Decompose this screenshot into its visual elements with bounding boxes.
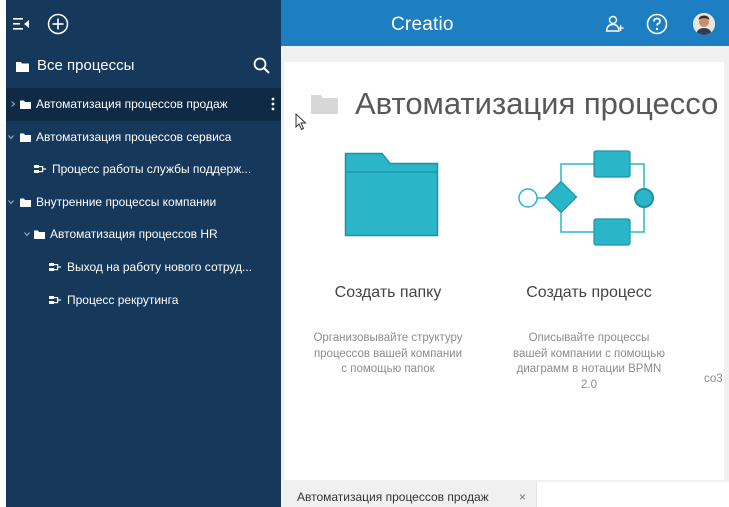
mouse-pointer-icon (295, 113, 307, 131)
create-folder-tile[interactable]: Создать папку Организовывайте структуру … (284, 62, 494, 490)
tree-item-hr-automation[interactable]: Автоматизация процессов HR (6, 218, 281, 251)
main-content: Автоматизация процессо Создать папку Орг… (281, 46, 729, 507)
tree-item-label: Автоматизация процессов HR (50, 227, 218, 242)
sidebar-header: Все процессы (6, 46, 281, 88)
create-folder-title[interactable]: Создать папку (298, 284, 478, 302)
create-process-title[interactable]: Создать процесс (499, 284, 679, 302)
description-line: вашей компании с помощью (512, 347, 666, 360)
process-icon (34, 165, 46, 174)
description-line: Описывайте процессы (528, 332, 650, 344)
tree-item-label: Автоматизация процессов сервиса (36, 129, 232, 144)
tree-item-service-automation[interactable]: Автоматизация процессов сервиса (6, 121, 281, 154)
add-icon[interactable] (47, 13, 69, 35)
tree-item-label: Внутренние процессы компании (36, 194, 217, 209)
folder-large-icon[interactable] (344, 152, 439, 237)
chevron-right-icon[interactable] (10, 101, 16, 107)
tree-item-support-process[interactable]: Процесс работы службы поддерж... (6, 153, 281, 186)
help-icon[interactable] (646, 13, 668, 35)
sidebar: Все процессы Автоматизация процессов про… (6, 0, 281, 507)
process-icon (49, 295, 61, 304)
tree-item-onboarding-process[interactable]: Выход на работу нового сотруд... (6, 251, 281, 284)
description-line: процессов вашей компании (313, 347, 463, 360)
create-folder-description: Организовывайте структуру процессов ваше… (298, 331, 478, 378)
sidebar-title[interactable]: Все процессы (37, 57, 134, 74)
folder-icon (20, 198, 31, 207)
tab-label: Автоматизация процессов продаж (297, 490, 489, 504)
tree-item-label: Процесс работы службы поддерж... (52, 162, 252, 177)
third-tile-description-partial: со3 (704, 373, 723, 385)
sidebar-toolbar (6, 0, 281, 46)
chevron-down-icon[interactable] (8, 199, 14, 205)
user-photo-icon (693, 13, 715, 35)
chevron-down-icon[interactable] (8, 134, 14, 140)
top-bar: Creatio (281, 0, 729, 46)
folder-icon (20, 100, 31, 109)
process-icon (49, 262, 61, 271)
tree-item-label: Автоматизация процессов продаж (36, 97, 228, 111)
folder-icon (20, 133, 31, 142)
create-process-tile[interactable]: Создать процесс Описывайте процессы ваше… (494, 62, 694, 490)
tree-item-label: Процесс рекрутинга (67, 292, 179, 307)
tree-item-sales-automation[interactable]: Автоматизация процессов продаж (6, 88, 281, 121)
tab-bar-empty-area (536, 482, 729, 507)
process-tree: Автоматизация процессов продаж Автоматиз… (6, 88, 281, 316)
folder-icon (34, 230, 45, 240)
tree-item-recruiting-process[interactable]: Процесс рекрутинга (6, 284, 281, 317)
folder-icon (16, 62, 29, 72)
chevron-down-icon[interactable] (24, 231, 30, 237)
empty-state-card: Автоматизация процессо Создать папку Орг… (284, 62, 724, 490)
more-options-icon[interactable] (271, 96, 275, 112)
description-line: 2.0 (581, 378, 597, 391)
tree-item-internal-processes[interactable]: Внутренние процессы компании (6, 186, 281, 219)
avatar[interactable] (693, 13, 715, 35)
app-window: Все процессы Автоматизация процессов про… (0, 0, 729, 507)
bpmn-diagram-icon[interactable] (516, 150, 661, 246)
collapse-menu-icon[interactable] (13, 17, 30, 31)
bottom-tab-bar: Автоматизация процессов продаж × (281, 480, 729, 507)
add-user-icon[interactable] (605, 15, 625, 33)
tree-item-label: Выход на работу нового сотруд... (67, 259, 252, 274)
description-line: диаграмм в нотации BPMN (516, 363, 662, 375)
search-icon[interactable] (252, 56, 272, 76)
close-tab-icon[interactable]: × (519, 490, 526, 504)
description-line: Организовывайте структуру (313, 332, 463, 344)
tab-sales-automation[interactable]: Автоматизация процессов продаж × (291, 484, 535, 507)
description-line: с помощью папок (341, 363, 435, 375)
create-process-description: Описывайте процессы вашей компании с пом… (499, 331, 679, 393)
brand-logo[interactable]: Creatio (391, 14, 454, 36)
